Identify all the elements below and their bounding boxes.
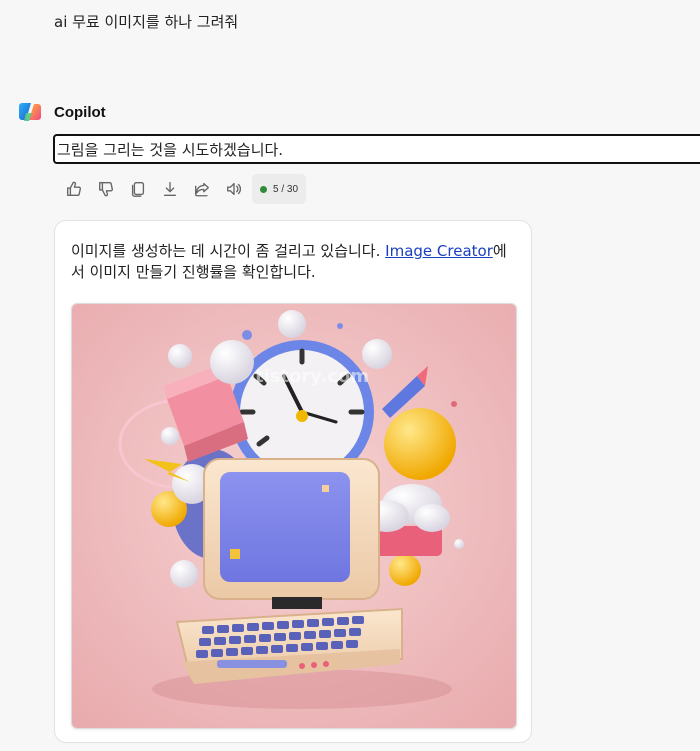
message-actions: 5 / 30 <box>58 174 307 204</box>
image-creator-link[interactable]: Image Creator <box>385 242 493 260</box>
like-button[interactable] <box>58 174 90 204</box>
copy-icon <box>131 182 145 197</box>
download-icon <box>163 182 177 196</box>
download-button[interactable] <box>154 174 186 204</box>
copilot-header: Copilot <box>17 99 106 125</box>
copilot-name: Copilot <box>54 103 106 121</box>
card-message: 이미지를 생성하는 데 시간이 좀 걸리고 있습니다. Image Creato… <box>71 241 516 283</box>
copy-button[interactable] <box>122 174 154 204</box>
image-response-card: 이미지를 생성하는 데 시간이 좀 걸리고 있습니다. Image Creato… <box>54 220 532 743</box>
thumbs-down-icon <box>99 182 113 197</box>
speaker-icon <box>227 182 241 196</box>
thumbs-up-icon <box>67 181 81 196</box>
card-text-before: 이미지를 생성하는 데 시간이 좀 걸리고 있습니다. <box>71 242 386 260</box>
turn-counter: 5 / 30 <box>252 174 307 204</box>
image-watermark: tistory.com <box>255 366 369 387</box>
generated-image[interactable]: tistory.com <box>71 303 517 729</box>
counter-text: 5 / 30 <box>273 183 299 195</box>
dislike-button[interactable] <box>90 174 122 204</box>
generated-image-art: tistory.com <box>72 304 516 728</box>
status-dot <box>260 185 267 193</box>
copilot-logo-icon <box>19 103 41 121</box>
share-button[interactable] <box>186 174 218 204</box>
share-icon <box>195 182 209 197</box>
read-aloud-button[interactable] <box>218 174 250 204</box>
reply-text: 그림을 그리는 것을 시도하겠습니다. <box>53 134 700 164</box>
user-message: ai 무료 이미지를 하나 그려줘 <box>54 13 239 31</box>
